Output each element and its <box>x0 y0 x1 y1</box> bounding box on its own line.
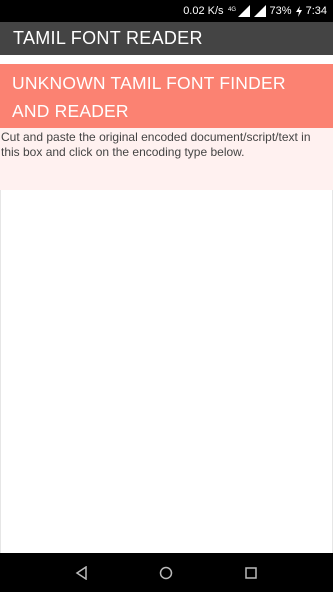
battery-charging-icon <box>295 5 302 17</box>
status-bar: 0.02 K/s 4G 73% 7:34 <box>0 0 333 22</box>
navigation-bar <box>0 553 333 592</box>
app-bar: TAMIL FONT READER <box>0 22 333 55</box>
app-title: TAMIL FONT READER <box>13 28 203 48</box>
network-speed: 0.02 K/s <box>183 5 224 17</box>
battery-percent: 73% <box>269 5 292 17</box>
instructions-text: Cut and paste the original encoded docum… <box>0 128 333 190</box>
banner-heading: UNKNOWN TAMIL FONT FINDER AND READER <box>0 64 333 128</box>
clock: 7:34 <box>305 5 327 17</box>
signal-icon <box>253 5 266 17</box>
mobile-data-icon: 4G <box>228 5 250 17</box>
svg-text:4G: 4G <box>228 7 236 13</box>
encoded-text-input[interactable] <box>1 190 332 553</box>
recents-icon[interactable] <box>241 563 261 583</box>
back-icon[interactable] <box>72 563 92 583</box>
home-icon[interactable] <box>156 563 176 583</box>
